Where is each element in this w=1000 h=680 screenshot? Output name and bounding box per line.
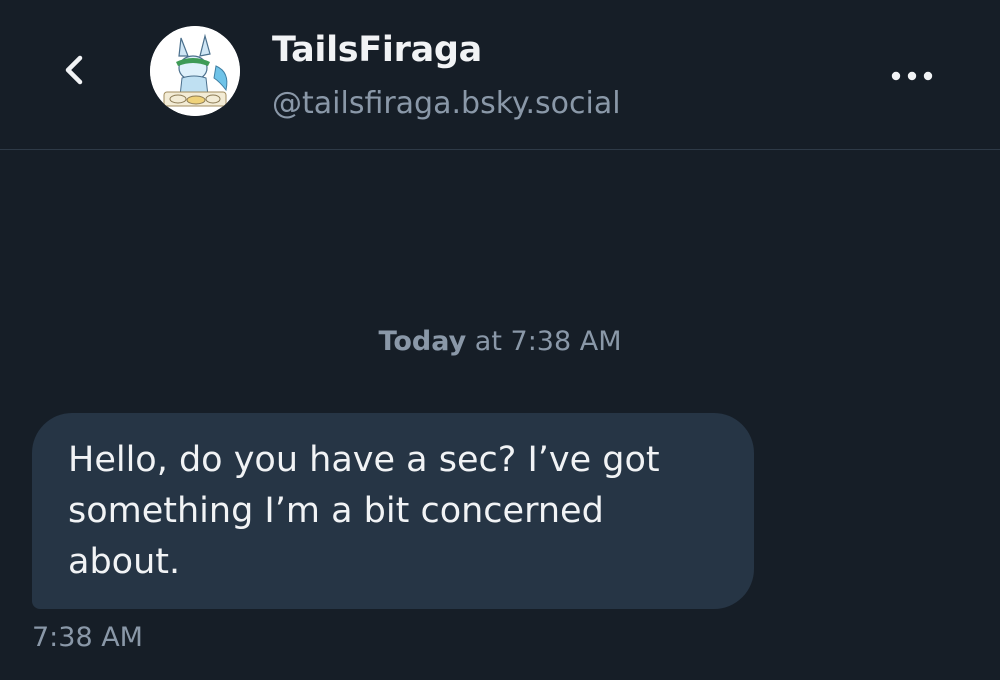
date-separator-time: at 7:38 AM [474, 326, 622, 357]
ellipsis-horizontal-icon [891, 71, 933, 81]
avatar-image [150, 26, 240, 116]
back-button[interactable] [50, 46, 98, 94]
date-separator-day: Today [378, 326, 467, 357]
display-name[interactable]: TailsFiraga [272, 30, 482, 70]
conversation-header: TailsFiraga @tailsfiraga.bsky.social [0, 0, 1000, 150]
avatar[interactable] [150, 26, 240, 116]
message-timestamp: 7:38 AM [32, 622, 143, 653]
date-separator: Today at 7:38 AM [0, 326, 1000, 357]
user-handle: @tailsfiraga.bsky.social [272, 86, 621, 121]
chevron-left-icon [65, 55, 83, 85]
message-bubble[interactable]: Hello, do you have a sec? I’ve got somet… [32, 413, 754, 609]
more-options-button[interactable] [882, 56, 942, 96]
